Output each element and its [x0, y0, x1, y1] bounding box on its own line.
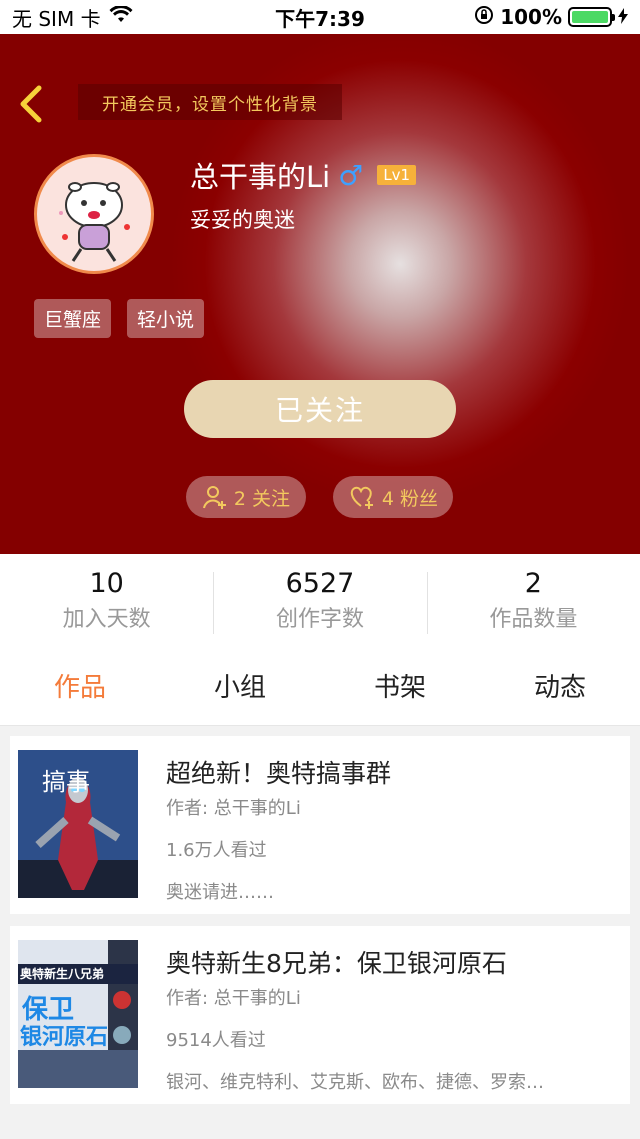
work-views: 9514人看过	[166, 1030, 266, 1051]
stat-value: 6527	[285, 567, 355, 599]
heart-plus-icon	[350, 486, 373, 509]
chevron-left-icon	[20, 85, 42, 123]
work-description: 银河、维克特利、艾克斯、欧布、捷德、罗索…	[166, 1072, 544, 1093]
stat-label: 作品数量	[489, 606, 578, 632]
work-title[interactable]: 奥特新生8兄弟：保卫银河原石	[166, 944, 507, 980]
stat-label: 加入天数	[62, 606, 151, 632]
tab-groups[interactable]: 小组	[160, 646, 320, 725]
stats-bar: 10 加入天数 6527 创作字数 2 作品数量	[0, 554, 640, 646]
stat-word-count: 6527 创作字数	[213, 554, 426, 646]
stat-value: 2	[524, 567, 542, 599]
work-cover-image: 奥特新生八兄弟 保卫 银河原石	[18, 940, 138, 1088]
work-author: 作者: 总干事的Li	[166, 988, 301, 1009]
stat-joined-days: 10 加入天数	[0, 554, 213, 646]
work-card[interactable]: 奥特新生八兄弟 保卫 银河原石 奥特新生8兄弟：保卫银河原石 作者: 总干事的L…	[10, 926, 630, 1104]
work-description: 奥迷请进……	[166, 882, 274, 903]
orientation-lock-icon	[474, 5, 494, 30]
battery-icon	[568, 7, 615, 27]
level-badge: Lv1	[377, 165, 417, 185]
tab-bar: 作品 小组 书架 动态	[0, 646, 640, 726]
back-button[interactable]	[14, 84, 50, 124]
signature: 妥妥的奥迷	[190, 208, 295, 232]
tab-bookshelf[interactable]: 书架	[320, 646, 480, 725]
following-count: 2 关注	[233, 487, 291, 510]
avatar[interactable]	[34, 154, 154, 274]
stat-label: 创作字数	[275, 606, 364, 632]
tab-works[interactable]: 作品	[0, 646, 160, 725]
work-cover-image: 搞事	[18, 750, 138, 898]
cover-title: 奥特新生八兄弟	[20, 966, 104, 981]
male-gender-icon: ♂	[338, 158, 364, 192]
nickname: 总干事的Li	[190, 160, 331, 194]
tag-genre: 轻小说	[127, 299, 205, 338]
add-user-icon	[202, 486, 226, 509]
charging-icon	[618, 5, 628, 29]
work-card[interactable]: 搞事 超绝新！奥特搞事群 作者: 总干事的Li 1.6万人看过 奥迷请进……	[10, 736, 630, 914]
stat-works-count: 2 作品数量	[426, 554, 640, 646]
vip-banner[interactable]: 开通会员，设置个性化背景	[78, 84, 342, 120]
tag-zodiac: 巨蟹座	[34, 299, 112, 338]
tag-list: 巨蟹座 轻小说	[34, 299, 205, 338]
carrier-label: 无 SIM 卡	[12, 6, 101, 31]
fans-button[interactable]: 4 粉丝	[333, 476, 453, 518]
stat-value: 10	[89, 567, 124, 599]
work-author: 作者: 总干事的Li	[166, 798, 301, 819]
tab-activity[interactable]: 动态	[480, 646, 640, 725]
work-title[interactable]: 超绝新！奥特搞事群	[166, 754, 391, 790]
wifi-icon	[109, 5, 133, 29]
fans-count: 4 粉丝	[381, 487, 439, 510]
cover-title: 搞事	[42, 768, 90, 796]
battery-percent: 100%	[500, 5, 562, 29]
work-views: 1.6万人看过	[166, 840, 267, 861]
nickname-row: 总干事的Li ♂ Lv1	[190, 154, 417, 196]
followed-button[interactable]: 已关注	[184, 380, 456, 438]
cover-title-line3: 银河原石	[20, 1025, 108, 1050]
status-bar: 无 SIM 卡 下午7:39 100%	[0, 0, 640, 34]
cover-title-line2: 保卫	[21, 995, 74, 1025]
following-button[interactable]: 2 关注	[186, 476, 306, 518]
profile-header: 开通会员，设置个性化背景 总干事的Li ♂ Lv1 妥妥的奥迷 巨蟹座 轻小说 …	[0, 34, 640, 554]
